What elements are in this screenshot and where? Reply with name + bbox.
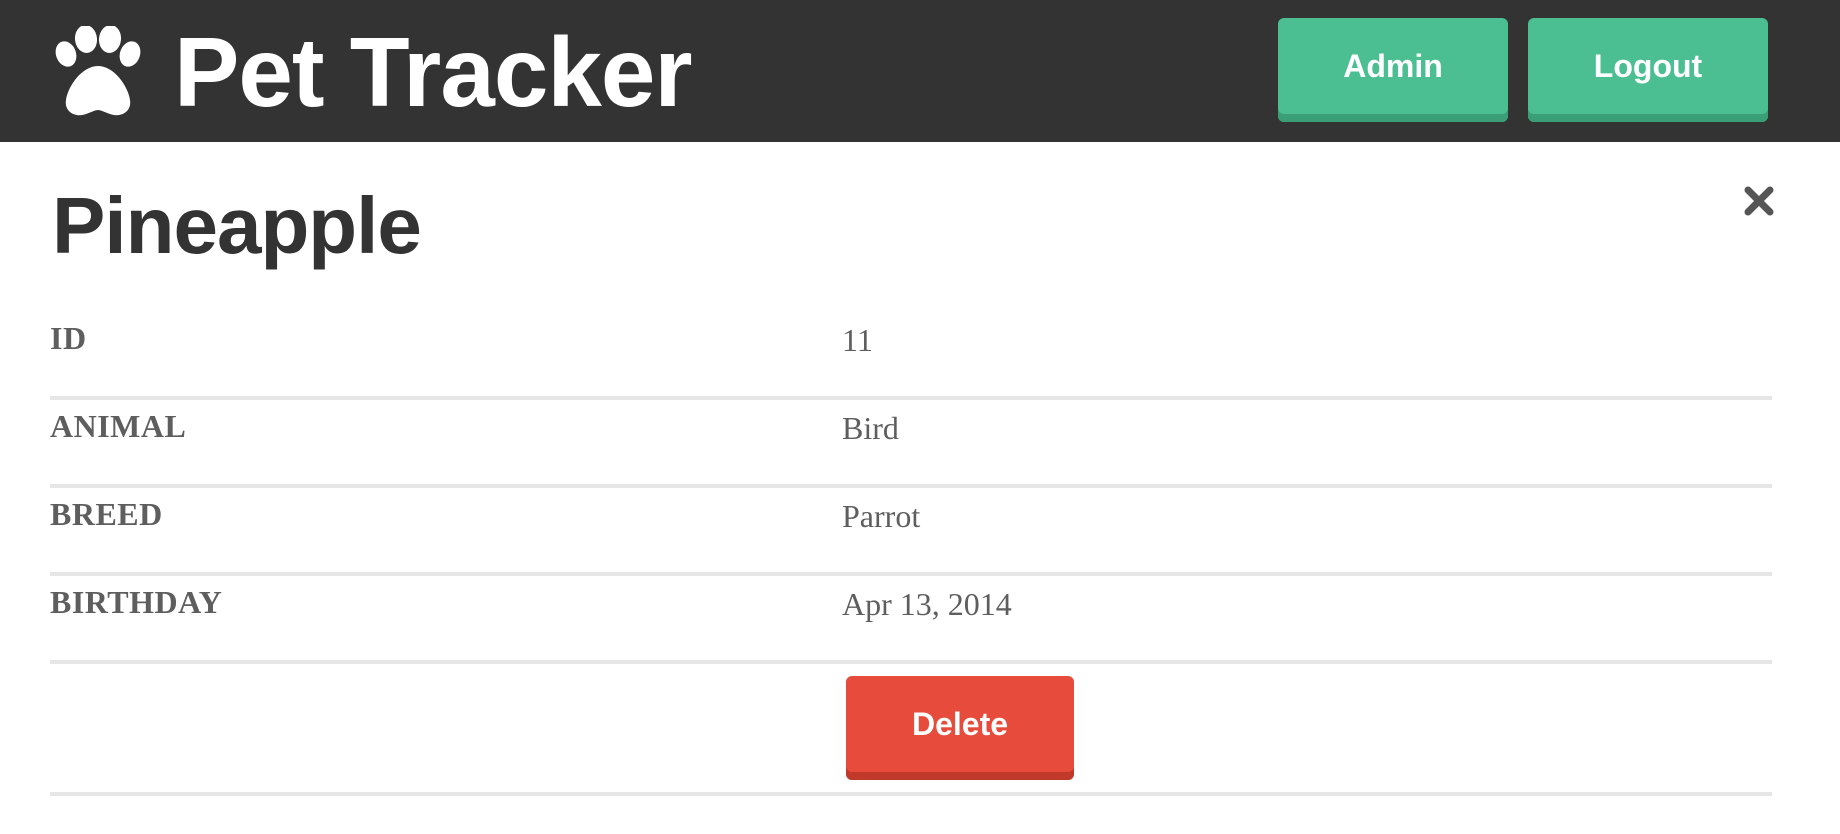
actions-row: Delete xyxy=(50,664,1772,796)
app-header: Pet Tracker Admin Logout xyxy=(0,0,1840,142)
detail-value: 11 xyxy=(842,322,873,358)
detail-label: ID xyxy=(50,320,87,356)
detail-label: ANIMAL xyxy=(50,408,187,444)
detail-label: BIRTHDAY xyxy=(50,584,223,620)
admin-button[interactable]: Admin xyxy=(1278,18,1508,122)
detail-row-animal: ANIMAL Bird xyxy=(50,400,1772,488)
close-button[interactable] xyxy=(1742,184,1776,218)
page-title: Pineapple xyxy=(52,181,422,270)
detail-row-id: ID 11 xyxy=(50,312,1772,400)
detail-value: Bird xyxy=(842,410,899,446)
detail-row-breed: BREED Parrot xyxy=(50,488,1772,576)
delete-button[interactable]: Delete xyxy=(846,676,1074,780)
paw-icon xyxy=(55,26,141,116)
detail-value: Apr 13, 2014 xyxy=(842,586,1012,622)
pet-details-table: ID 11 ANIMAL Bird BREED Parrot BIRTHDAY … xyxy=(50,312,1772,796)
logout-button[interactable]: Logout xyxy=(1528,18,1768,122)
close-icon xyxy=(1744,186,1774,216)
app-title: Pet Tracker xyxy=(174,17,692,127)
detail-value: Parrot xyxy=(842,498,921,534)
detail-label: BREED xyxy=(50,496,163,532)
detail-row-birthday: BIRTHDAY Apr 13, 2014 xyxy=(50,576,1772,664)
brand[interactable]: Pet Tracker xyxy=(48,17,692,127)
